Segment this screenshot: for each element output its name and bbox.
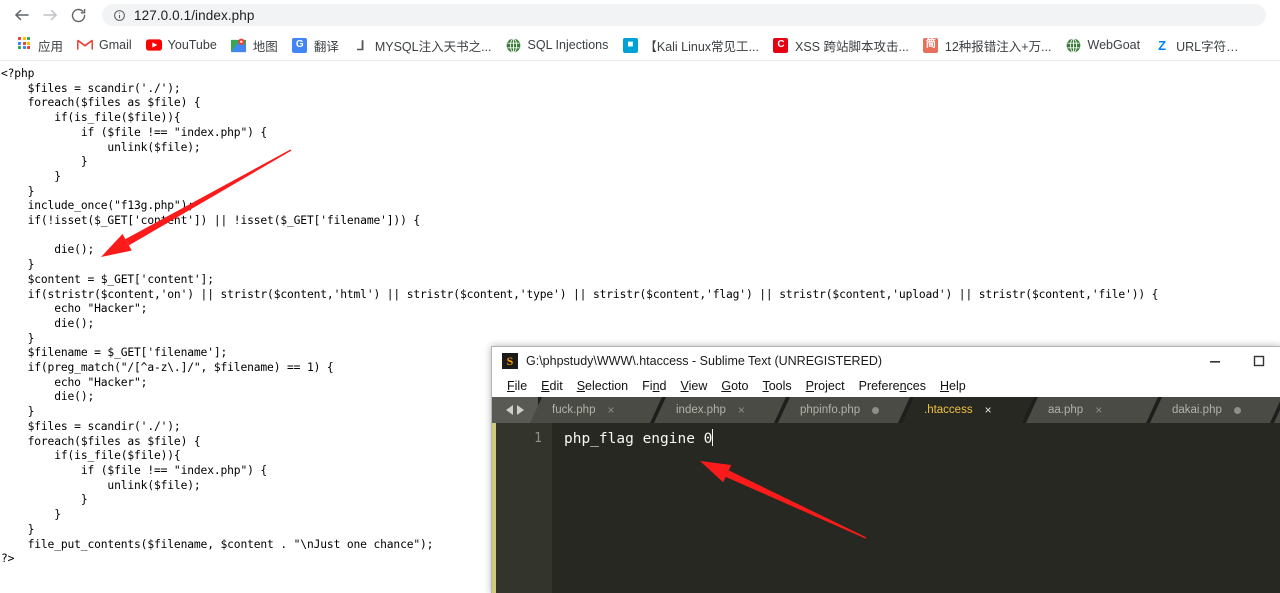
bookmark-item[interactable]: SQL Injections [500,33,615,57]
sublime-menubar: FileEditSelectionFindViewGotoToolsProjec… [492,375,1280,397]
bookmark-item[interactable]: 地图 [225,33,284,57]
bookmark-item[interactable]: ■ 【Kali Linux常见工... [616,33,765,57]
unsaved-dot-icon[interactable] [872,407,879,414]
omnibox[interactable]: 127.0.0.1/index.php [102,4,1266,26]
bookmark-label: URL字符… [1176,36,1239,55]
menu-help[interactable]: Help [933,379,973,393]
bookmark-item[interactable]: C XSS 跨站脚本攻击... [767,33,915,57]
menu-selection[interactable]: Selection [570,379,635,393]
bookmark-label: 地图 [253,36,278,55]
forward-arrow-icon[interactable] [36,1,64,29]
tab-scroll-controls[interactable] [492,397,538,423]
bookmark-item[interactable]: Gmail [71,33,138,57]
tab-label: dakai.php [1172,404,1222,416]
bookmark-label: Gmail [99,38,132,52]
globe-icon [1066,37,1082,53]
back-arrow-icon[interactable] [8,1,36,29]
sublime-tabbar: fuck.php × index.php × phpinfo.php .htaccess ×… [492,397,1280,423]
menu-edit[interactable]: Edit [534,379,570,393]
editor-line-1-text: php_flag engine 0 [564,430,712,449]
triangle-left-icon[interactable] [506,405,513,415]
unsaved-dot-icon[interactable] [1234,407,1241,414]
sublime-window-title: G:\phpstudy\WWW\.htaccess - Sublime Text… [526,354,882,368]
site-info-icon[interactable] [112,8,126,22]
tab-label: index.php [676,404,726,416]
bookmark-item[interactable]: 应用 [10,33,69,57]
sublime-text-window[interactable]: S G:\phpstudy\WWW\.htaccess - Sublime Te… [491,346,1280,593]
bookmark-item[interactable]: G 翻译 [286,33,345,57]
editor-gutter: 1 [496,423,552,593]
editor-tab-index-php[interactable]: index.php × [654,397,786,423]
google-translate-icon: G [292,37,308,53]
sublime-editor[interactable]: 1 php_flag engine 0 [492,423,1280,593]
maximize-icon[interactable] [1237,347,1280,375]
editor-tab-aa-php[interactable]: aa.php × [1026,397,1158,423]
bookmark-label: YouTube [168,38,217,52]
bookmark-label: 【Kali Linux常见工... [644,36,759,55]
apps-grid-icon [16,37,32,53]
tab-label: fuck.php [552,404,595,416]
bookmark-label: 12种报错注入+万... [945,36,1052,55]
bookmark-item[interactable]: WebGoat [1060,33,1147,57]
menu-view[interactable]: View [673,379,714,393]
editor-tab-htaccess[interactable]: .htaccess × [902,397,1034,423]
tab-label: .htaccess [924,404,973,416]
menu-preferences[interactable]: Preferences [852,379,933,393]
sublime-titlebar: S G:\phpstudy\WWW\.htaccess - Sublime Te… [492,347,1280,375]
menu-find[interactable]: Find [635,379,673,393]
text-caret [712,429,713,446]
bookmark-label: XSS 跨站脚本攻击... [795,36,909,55]
address-bar-url[interactable]: 127.0.0.1/index.php [134,8,255,23]
close-icon[interactable]: × [985,404,992,416]
globe-icon [506,37,522,53]
menu-goto[interactable]: Goto [714,379,755,393]
triangle-right-icon[interactable] [517,405,524,415]
browser-toolbar: 127.0.0.1/index.php [0,0,1280,30]
csdn-icon: C [773,37,789,53]
bookmark-item[interactable]: YouTube [140,33,223,57]
menu-tools[interactable]: Tools [755,379,798,393]
editor-tab-dakai-php[interactable]: dakai.php [1150,397,1280,423]
zhihu-z-icon: Z [1154,37,1170,53]
close-icon[interactable]: × [738,404,745,416]
menu-file[interactable]: File [500,379,534,393]
zhihu-icon: ⅃ [353,37,369,53]
window-controls [1193,347,1280,375]
jianshu-icon: 简 [923,37,939,53]
youtube-icon [146,37,162,53]
tab-label: phpinfo.php [800,404,860,416]
menu-project[interactable]: Project [799,379,852,393]
gmail-icon [77,37,93,53]
bookmark-item[interactable]: Z URL字符… [1148,33,1245,57]
editor-code-area[interactable]: php_flag engine 0 [552,423,1280,593]
bookmark-item[interactable]: 简 12种报错注入+万... [917,33,1058,57]
close-icon[interactable]: × [1095,404,1102,416]
bookmark-label: SQL Injections [528,38,609,52]
minimize-icon[interactable] [1193,347,1237,375]
bilibili-icon: ■ [622,37,638,53]
bookmark-label: 应用 [38,36,63,55]
bookmark-label: WebGoat [1088,38,1141,52]
bookmarks-bar: 应用 Gmail YouTube 地图 G 翻译 ⅃ MYSQL注入天书之... SQL Inj… [0,30,1280,61]
screen: 127.0.0.1/index.php 应用 Gmail YouTube 地图 G 翻译 ⅃… [0,0,1280,593]
line-number: 1 [496,429,542,448]
bookmark-item[interactable]: ⅃ MYSQL注入天书之... [347,33,498,57]
sublime-logo-icon: S [502,353,518,369]
editor-tab-phpinfo-php[interactable]: phpinfo.php [778,397,910,423]
google-maps-icon [231,37,247,53]
editor-tab-fuck-php[interactable]: fuck.php × [530,397,662,423]
tab-label: aa.php [1048,404,1083,416]
reload-icon[interactable] [64,1,92,29]
bookmark-label: MYSQL注入天书之... [375,36,492,55]
close-icon[interactable]: × [607,404,614,416]
bookmark-label: 翻译 [314,36,339,55]
